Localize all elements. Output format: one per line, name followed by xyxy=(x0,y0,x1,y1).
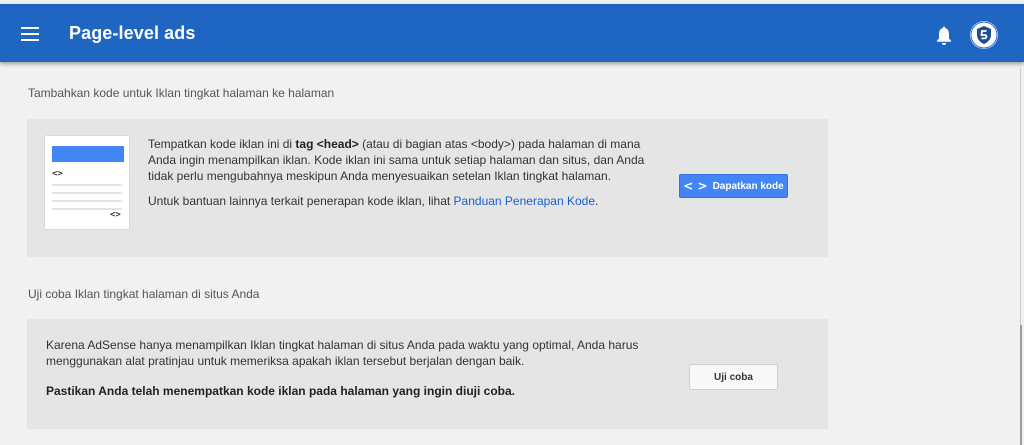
page-title: Page-level ads xyxy=(69,23,196,43)
code-icon: <> xyxy=(52,169,63,179)
get-code-button[interactable]: < > Dapatkan kode xyxy=(679,174,788,198)
test-description: Karena AdSense hanya menampilkan Iklan t… xyxy=(46,338,639,368)
help-text: Untuk bantuan lainnya terkait penerapan … xyxy=(148,194,599,208)
section-heading-add-code: Tambahkan kode untuk Iklan tingkat halam… xyxy=(28,86,335,100)
bell-icon[interactable] xyxy=(935,26,953,46)
section-heading-test: Uji coba Iklan tingkat halaman di situs … xyxy=(28,287,260,301)
head-tag-label: tag <head> xyxy=(295,137,359,151)
test-note: Pastikan Anda telah menempatkan kode ikl… xyxy=(46,384,516,398)
add-code-description: Tempatkan kode iklan ini di tag <head> (… xyxy=(148,137,645,183)
top-app-bar: Page-level ads xyxy=(0,4,1024,62)
code-icon: <> xyxy=(110,210,121,220)
avatar[interactable] xyxy=(970,21,998,49)
scrollbar-thumb[interactable] xyxy=(1020,325,1022,445)
page-illustration: <> <> xyxy=(45,136,129,229)
add-code-card: <> <> Tempatkan kode iklan ini di tag <h… xyxy=(27,119,828,257)
menu-icon[interactable] xyxy=(21,27,39,41)
test-card: Karena AdSense hanya menampilkan Iklan t… xyxy=(27,319,828,429)
code-guide-link[interactable]: Panduan Penerapan Kode xyxy=(454,194,595,208)
avatar-shield-icon xyxy=(970,21,998,49)
try-button[interactable]: Uji coba xyxy=(689,364,778,390)
code-icon: < > xyxy=(683,179,708,193)
get-code-button-label: Dapatkan kode xyxy=(712,180,784,192)
